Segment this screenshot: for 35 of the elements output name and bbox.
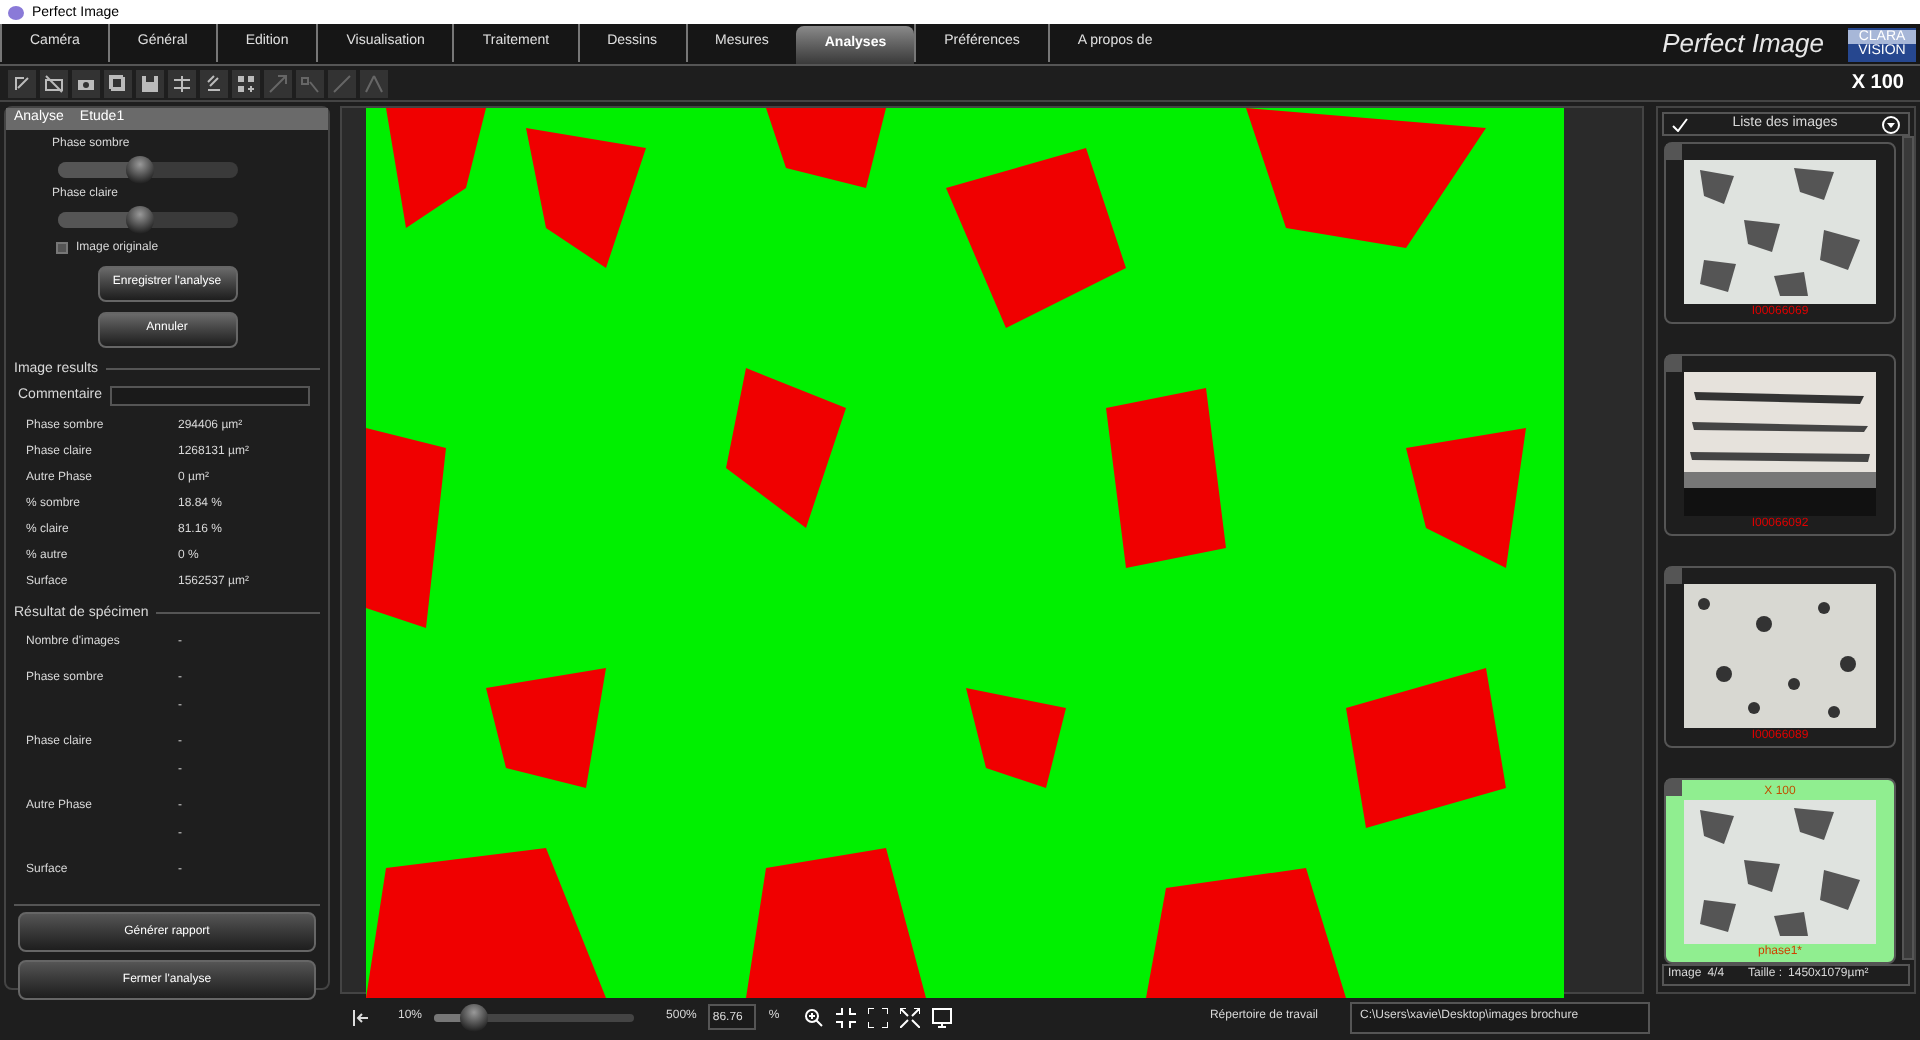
grid-icon[interactable] [232, 69, 260, 97]
slider-thumb[interactable] [460, 1003, 489, 1031]
line-icon[interactable] [328, 69, 356, 97]
checkbox[interactable] [1666, 356, 1682, 372]
slider-thumb[interactable] [125, 155, 153, 183]
zoom-in-icon[interactable] [803, 1007, 824, 1027]
expand-icon[interactable] [899, 1007, 920, 1027]
angle-icon[interactable] [360, 69, 388, 97]
fullscreen-icon[interactable] [867, 1007, 888, 1027]
stack-icon[interactable] [200, 69, 228, 97]
magnification-label: X 100 [1851, 70, 1904, 98]
dropdown-icon[interactable] [1882, 115, 1900, 133]
slider[interactable] [58, 205, 238, 233]
label-icon[interactable] [296, 69, 324, 97]
checkbox[interactable] [1666, 568, 1682, 584]
monitor-icon[interactable] [931, 1007, 952, 1027]
gallery-icon[interactable] [104, 69, 132, 97]
camera-off-icon[interactable] [40, 69, 68, 97]
collapse-icon[interactable] [352, 1009, 370, 1025]
checkbox[interactable] [1666, 144, 1682, 160]
slider[interactable] [58, 155, 238, 183]
layers-icon[interactable] [168, 69, 196, 97]
scrollbar[interactable] [1902, 136, 1914, 960]
zoom-slider[interactable] [434, 1003, 635, 1031]
checkbox[interactable] [1666, 780, 1682, 796]
app-icon [8, 5, 24, 19]
checkbox[interactable] [56, 242, 68, 254]
edit-icon[interactable] [8, 69, 36, 97]
brand-name: Perfect Image [1662, 26, 1824, 63]
fit-icon[interactable] [835, 1007, 856, 1027]
slider-thumb[interactable] [125, 205, 153, 233]
checkmark-icon[interactable] [1672, 117, 1688, 131]
comment-field[interactable] [110, 386, 311, 407]
camera-icon[interactable] [72, 69, 100, 97]
save-icon[interactable] [136, 69, 164, 97]
